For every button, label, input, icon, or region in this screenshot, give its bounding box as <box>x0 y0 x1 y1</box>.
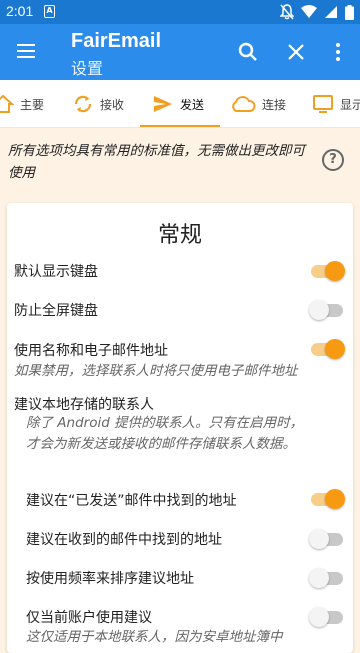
tab-main-label: 主要 <box>20 97 45 112</box>
home-icon <box>0 94 14 113</box>
general-section-card: 常规 默认显示键盘 防止全屏键盘 使用名称和电子邮件地址 如果禁用，选择联系人时… <box>7 203 353 653</box>
suggest-local-hint: 除了 Android 提供的联系人。只有在启用时，才会为新发送或接收的邮件存储联… <box>26 415 304 452</box>
sort-frequency-label: 按使用频率来排序建议地址 <box>26 571 194 587</box>
tab-connection[interactable]: 连接 <box>230 80 287 127</box>
notification-icon: A <box>44 5 55 18</box>
show-keyboard-label: 默认显示键盘 <box>14 264 98 280</box>
intro-text: 所有选项均具有常用的标准值，无需做出更改即可使用 <box>8 143 305 181</box>
use-name-email-hint: 如果禁用，选择联系人时将只使用电子邮件地址 <box>14 363 298 379</box>
app-bar: FairEmail 设置 <box>0 24 360 80</box>
tab-send-label: 发送 <box>180 97 205 112</box>
settings-tabs: 主要 接收 发送 连接 显示 <box>0 80 360 128</box>
use-name-email-label: 使用名称和电子邮件地址 <box>14 343 168 359</box>
sync-icon <box>74 95 92 113</box>
suggest-received-label: 建议在收到的邮件中找到的地址 <box>26 532 222 548</box>
tab-receive[interactable]: 接收 <box>72 80 125 127</box>
close-icon[interactable] <box>284 40 308 64</box>
wifi-icon <box>301 5 317 18</box>
tab-send[interactable]: 发送 <box>152 80 205 127</box>
prevent-fullscreen-label: 防止全屏键盘 <box>14 303 98 319</box>
more-options-icon[interactable] <box>326 40 350 64</box>
tab-receive-label: 接收 <box>100 97 125 112</box>
current-account-label: 仅当前账户使用建议 <box>26 610 152 626</box>
tab-display[interactable]: 显示 <box>312 80 360 127</box>
help-icon[interactable]: ? <box>322 149 344 171</box>
active-tab-indicator <box>140 125 220 127</box>
current-account-hint: 这仅适用于本地联系人，因为安卓地址簿中 <box>26 629 283 645</box>
cloud-icon <box>232 96 256 112</box>
prevent-fullscreen-switch[interactable] <box>309 299 345 321</box>
app-subtitle: 设置 <box>71 61 104 78</box>
current-account-switch[interactable] <box>309 606 345 628</box>
notifications-off-icon <box>280 4 294 20</box>
status-bar: 2:01 A <box>0 0 360 24</box>
suggest-received-switch[interactable] <box>309 528 345 550</box>
send-icon <box>154 96 172 112</box>
menu-icon[interactable] <box>14 40 38 64</box>
tab-display-label: 显示 <box>340 97 360 112</box>
suggest-sent-label: 建议在“已发送”邮件中找到的地址 <box>26 493 237 509</box>
show-keyboard-switch[interactable] <box>309 260 345 282</box>
suggest-local-label: 建议本地存储的联系人 <box>14 397 154 413</box>
use-name-email-switch[interactable] <box>309 338 345 360</box>
tab-connection-label: 连接 <box>262 97 287 112</box>
search-icon[interactable] <box>236 40 260 64</box>
status-time: 2:01 <box>6 3 34 19</box>
tab-main[interactable]: 主要 <box>0 80 45 127</box>
battery-icon <box>345 4 354 20</box>
app-title: FairEmail <box>71 30 162 52</box>
sort-frequency-switch[interactable] <box>309 567 345 589</box>
status-icons <box>280 3 354 21</box>
signal-icon <box>325 6 337 18</box>
monitor-icon <box>313 95 333 113</box>
suggest-sent-switch[interactable] <box>309 488 345 510</box>
section-title: 常规 <box>157 223 202 248</box>
